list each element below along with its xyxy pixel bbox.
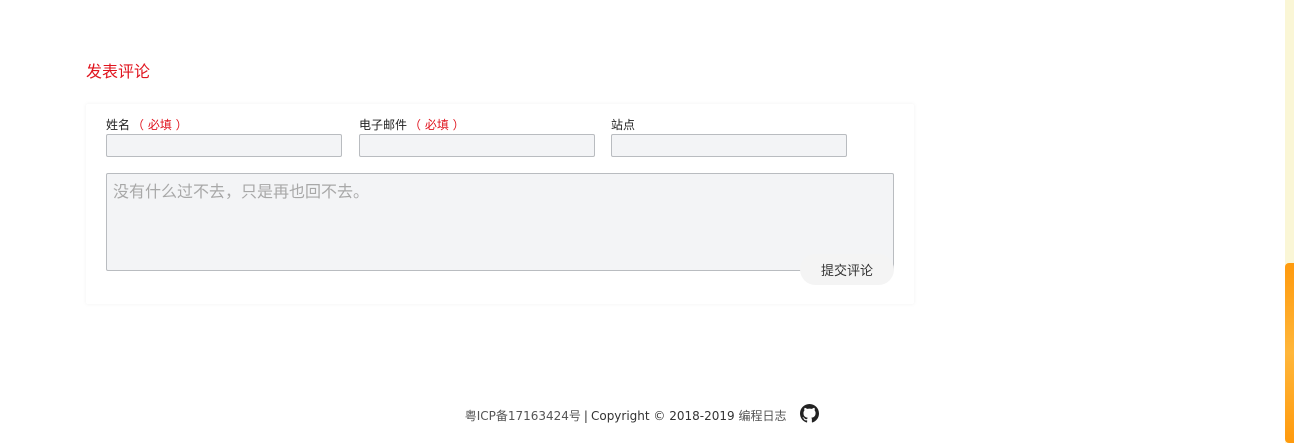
site-label: 站点 [611,117,847,133]
email-input[interactable] [359,134,595,157]
email-label: 电子邮件（ 必填 ） [359,117,595,133]
brand-link[interactable]: 编程日志 [738,409,786,423]
github-icon[interactable] [800,404,820,423]
site-input[interactable] [611,134,847,157]
email-label-text: 电子邮件 [359,118,408,132]
submit-comment-button[interactable]: 提交评论 [800,254,894,285]
name-field-group: 姓名（ 必填 ） [106,117,342,157]
site-field-group: 站点 [611,117,847,157]
footer: 粤ICP备17163424号 | Copyright © 2018-2019 编程日… [0,404,1284,428]
comment-textarea[interactable] [106,173,894,271]
copyright-text: Copyright © 2018-2019 [590,409,735,423]
name-label: 姓名（ 必填 ） [106,117,342,133]
comment-form: 姓名（ 必填 ） 电子邮件（ 必填 ） 站点 提交评论 [86,104,914,304]
site-label-text: 站点 [611,118,636,132]
icp-link[interactable]: 粤ICP备17163424号 [465,409,581,423]
scrollbar-thumb[interactable] [1285,263,1294,443]
page-scrollbar[interactable] [1285,0,1294,443]
email-field-group: 电子邮件（ 必填 ） [359,117,595,157]
footer-separator: | [583,409,588,423]
name-label-text: 姓名 [106,118,131,132]
email-required-mark: （ 必填 ） [409,118,465,132]
name-input[interactable] [106,134,342,157]
name-required-mark: （ 必填 ） [132,118,188,132]
comment-section-title: 发表评论 [86,62,151,81]
